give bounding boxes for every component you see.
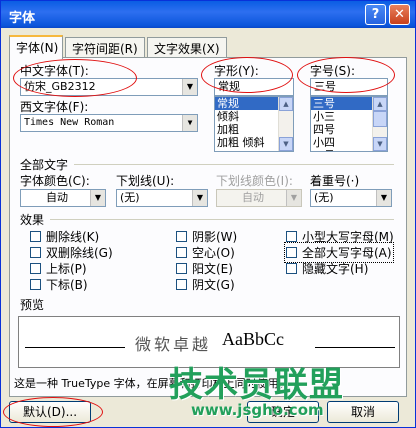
scroll-up-icon[interactable]: ▲ (373, 97, 387, 111)
section-divider (50, 219, 394, 220)
font-size-list[interactable]: 三号 小三 四号 小四 五号 ▲ ▼ (310, 96, 388, 152)
checkbox-label: 阴文(G) (192, 278, 235, 292)
strikethrough-checkbox[interactable]: 删除线(K) (30, 228, 99, 245)
west-font-label: 西文字体(F): (20, 100, 89, 114)
checkbox-box[interactable] (30, 247, 41, 258)
all-caps-checkbox[interactable]: 全部大写字母(A) (284, 242, 394, 263)
underline-color-select: 自动 ▼ (216, 189, 302, 207)
underline-color-label: 下划线颜色(I): (216, 174, 293, 188)
scroll-down-icon[interactable]: ▼ (373, 137, 387, 151)
emboss-checkbox[interactable]: 阳文(E) (176, 260, 233, 277)
checkbox-label: 小型大写字母(M) (302, 230, 394, 244)
checkbox-box[interactable] (176, 231, 187, 242)
scroll-thumb[interactable] (373, 111, 387, 127)
underline-value: (无) (120, 191, 140, 204)
emphasis-label: 着重号(·) (310, 174, 360, 188)
watermark-logo-text: 技术员联盟 (169, 365, 344, 405)
engrave-checkbox[interactable]: 阴文(G) (176, 276, 235, 293)
all-text-section-label: 全部文字 (20, 158, 69, 172)
cn-font-select[interactable]: 仿宋_GB2312 ▼ (20, 78, 198, 96)
checkbox-box[interactable] (286, 263, 297, 274)
font-color-value: 自动 (46, 191, 68, 204)
tab-text-effects[interactable]: 文字效果(X) (147, 37, 227, 57)
tab-character-spacing[interactable]: 字符间距(R) (65, 37, 145, 57)
small-caps-checkbox[interactable]: 小型大写字母(M) (286, 228, 394, 245)
checkbox-box[interactable] (176, 247, 187, 258)
effects-section-label: 效果 (20, 213, 45, 227)
vertical-scrollbar[interactable]: ▲ ▼ (372, 97, 387, 151)
emphasis-value: (无) (314, 191, 334, 204)
checkbox-box[interactable] (30, 231, 41, 242)
checkbox-label: 隐藏文字(H) (302, 262, 369, 276)
font-dialog: 字体 ? ✕ 字体(N) 字符间距(R) 文字效果(X) 中文字体(T): 仿宋… (0, 0, 416, 428)
checkbox-box[interactable] (30, 263, 41, 274)
font-color-label: 字体颜色(C): (20, 174, 90, 188)
checkbox-label: 全部大写字母(A) (302, 246, 392, 260)
font-style-input[interactable]: 常规 (214, 78, 294, 96)
west-font-select[interactable]: Times New Roman ▼ (20, 114, 198, 132)
double-strikethrough-checkbox[interactable]: 双删除线(G) (30, 244, 113, 261)
underline-select[interactable]: (无) ▼ (116, 189, 208, 207)
cn-font-label: 中文字体(T): (20, 64, 89, 78)
font-style-label: 字形(Y): (214, 64, 259, 78)
section-divider (74, 164, 394, 165)
superscript-checkbox[interactable]: 上标(P) (30, 260, 87, 277)
underline-label: 下划线(U): (116, 174, 175, 188)
checkbox-box[interactable] (176, 279, 187, 290)
scroll-up-icon[interactable]: ▲ (279, 97, 293, 111)
west-font-value: Times New Roman (24, 117, 115, 128)
font-size-input[interactable]: 三号 (310, 78, 388, 96)
help-button[interactable]: ? (365, 4, 386, 25)
emphasis-select[interactable]: (无) ▼ (310, 189, 392, 207)
chevron-down-icon[interactable]: ▼ (192, 190, 207, 206)
checkbox-label: 双删除线(G) (46, 246, 113, 260)
chevron-down-icon[interactable]: ▼ (182, 79, 197, 95)
font-color-select[interactable]: 自动 ▼ (20, 189, 106, 207)
tab-font[interactable]: 字体(N) (9, 35, 63, 59)
checkbox-box[interactable] (286, 247, 297, 258)
hidden-text-checkbox[interactable]: 隐藏文字(H) (286, 260, 368, 277)
underline-color-value: 自动 (242, 191, 264, 204)
watermark-url: www.jsgho.com (191, 401, 324, 419)
shadow-checkbox[interactable]: 阴影(W) (176, 228, 237, 245)
font-tab-panel: 中文字体(T): 仿宋_GB2312 ▼ 西文字体(F): Times New … (9, 57, 407, 397)
preview-baseline-right (315, 347, 395, 348)
checkbox-label: 下标(B) (46, 278, 88, 292)
checkbox-label: 阳文(E) (192, 262, 233, 276)
scroll-down-icon[interactable]: ▼ (279, 137, 293, 151)
checkbox-box[interactable] (176, 263, 187, 274)
checkbox-label: 删除线(K) (46, 230, 100, 244)
preview-baseline-left (25, 347, 125, 348)
chevron-down-icon[interactable]: ▼ (376, 190, 391, 206)
font-size-value: 三号 (314, 80, 336, 93)
checkbox-label: 空心(O) (192, 246, 235, 260)
chevron-down-icon: ▼ (286, 190, 301, 206)
default-button[interactable]: 默认(D)... (9, 401, 91, 423)
chevron-down-icon[interactable]: ▼ (182, 115, 197, 131)
chevron-down-icon[interactable]: ▼ (90, 190, 105, 206)
checkbox-box[interactable] (286, 231, 297, 242)
font-size-label: 字号(S): (310, 64, 356, 78)
preview-en-text: AaBbCc (222, 329, 284, 349)
preview-section-label: 预览 (20, 298, 45, 312)
cn-font-value: 仿宋_GB2312 (24, 80, 96, 93)
vertical-scrollbar[interactable]: ▲ ▼ (278, 97, 293, 151)
font-style-list[interactable]: 常规 倾斜 加粗 加粗 倾斜 ▲ ▼ (214, 96, 294, 152)
checkbox-label: 上标(P) (46, 262, 87, 276)
preview-cn-text: 微软卓越 (135, 335, 212, 354)
outline-checkbox[interactable]: 空心(O) (176, 244, 235, 261)
checkbox-label: 阴影(W) (192, 230, 238, 244)
dialog-title: 字体 (9, 11, 36, 26)
font-style-value: 常规 (218, 80, 240, 93)
checkbox-box[interactable] (30, 279, 41, 290)
close-button[interactable]: ✕ (389, 4, 410, 25)
subscript-checkbox[interactable]: 下标(B) (30, 276, 88, 293)
title-bar[interactable]: 字体 ? ✕ (1, 1, 415, 28)
